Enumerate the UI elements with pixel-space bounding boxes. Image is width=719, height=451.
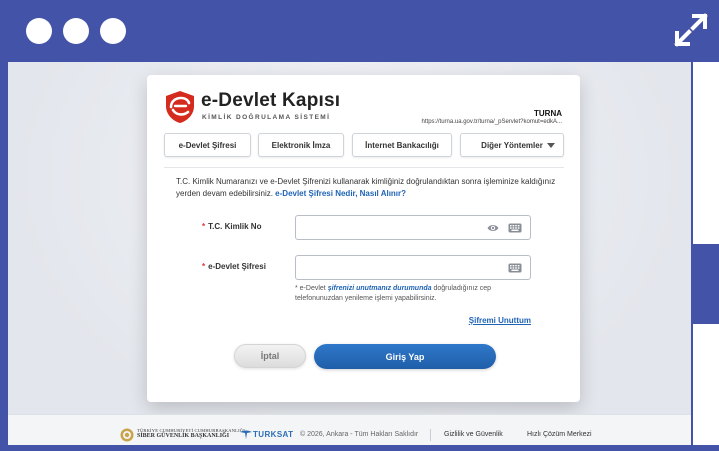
- tab-label: e-Devlet Şifresi: [178, 140, 237, 150]
- divider: [164, 167, 564, 168]
- tab-label: Diğer Yöntemler: [481, 140, 543, 150]
- tab-e-devlet-sifresi[interactable]: e-Devlet Şifresi: [164, 133, 251, 157]
- tc-label-text: T.C. Kimlik No: [208, 222, 262, 231]
- window-chrome: [0, 0, 719, 62]
- side-panel: [693, 62, 719, 445]
- brand-subtitle: KİMLİK DOĞRULAMA SİSTEMİ: [202, 114, 331, 121]
- keyboard-icon[interactable]: [508, 223, 522, 233]
- sgb-line2: SİBER GÜVENLİK BAŞKANLIĞI: [137, 433, 230, 439]
- tab-diger-yontemler[interactable]: Diğer Yöntemler: [460, 133, 564, 157]
- intro-text: T.C. Kimlik Numaranızı ve e-Devlet Şifre…: [176, 176, 556, 200]
- footer-divider: [430, 429, 431, 441]
- copyright-text: © 2026, Ankara - Tüm Hakları Saklıdır: [300, 431, 419, 438]
- forgot-password-link[interactable]: Şifremi Unuttum: [469, 316, 531, 325]
- forgot-password-hint-link[interactable]: şifrenizi unutmanız durumunda: [328, 285, 432, 292]
- tc-label: * T.C. Kimlik No: [202, 222, 261, 231]
- login-method-tabs: e-Devlet Şifresi Elektronik İmza İnterne…: [164, 133, 564, 157]
- password-hint: * e-Devlet şifrenizi unutmanız durumunda…: [295, 284, 535, 304]
- siber-guvenlik-logo: TÜRKİYE CUMHURİYETİ CUMHURBAŞKANLIĞI SİB…: [137, 428, 245, 439]
- password-label-text: e-Devlet Şifresi: [208, 262, 266, 271]
- window-dots: [26, 18, 126, 44]
- eye-icon[interactable]: [487, 223, 499, 233]
- brand-title: e-Devlet Kapısı: [201, 90, 341, 111]
- tab-label: Elektronik İmza: [271, 140, 331, 150]
- window-dot-3[interactable]: [100, 18, 126, 44]
- chevron-down-icon: [547, 143, 555, 148]
- page-viewport: e-Devlet Kapısı KİMLİK DOĞRULAMA SİSTEMİ…: [8, 62, 691, 445]
- what-is-password-link[interactable]: e-Devlet Şifresi Nedir, Nasıl Alınır?: [275, 189, 406, 198]
- siber-guvenlik-emblem-icon: [120, 428, 134, 442]
- tab-internet-bankaciligi[interactable]: İnternet Bankacılığı: [352, 133, 452, 157]
- window-dot-2[interactable]: [63, 18, 89, 44]
- service-url: https://turna.ua.gov.tr/turna/_pServlet?…: [421, 119, 562, 125]
- tc-input[interactable]: [302, 220, 472, 236]
- expand-icon[interactable]: [673, 12, 709, 48]
- password-label: * e-Devlet Şifresi: [202, 262, 266, 271]
- help-center-link[interactable]: Hızlı Çözüm Merkezi: [527, 431, 592, 438]
- login-button[interactable]: Giriş Yap: [314, 344, 496, 369]
- window-dot-1[interactable]: [26, 18, 52, 44]
- required-mark: *: [202, 262, 206, 271]
- privacy-link[interactable]: Gizlilik ve Güvenlik: [444, 431, 503, 438]
- keyboard-icon[interactable]: [508, 263, 522, 273]
- side-panel-band: [693, 244, 719, 324]
- tab-elektronik-imza[interactable]: Elektronik İmza: [258, 133, 344, 157]
- login-card: e-Devlet Kapısı KİMLİK DOĞRULAMA SİSTEMİ…: [147, 75, 580, 402]
- footer: TÜRKİYE CUMHURİYETİ CUMHURBAŞKANLIĞI SİB…: [8, 414, 691, 445]
- password-input[interactable]: [302, 260, 472, 276]
- tc-field[interactable]: [295, 215, 531, 240]
- password-field[interactable]: [295, 255, 531, 280]
- required-mark: *: [202, 222, 206, 231]
- tab-label: İnternet Bankacılığı: [365, 140, 439, 150]
- turksat-logo-icon: [240, 430, 252, 439]
- turksat-logo: TURKSAT: [253, 430, 294, 439]
- hint-prefix: * e-Devlet: [295, 285, 328, 292]
- cancel-button[interactable]: İptal: [234, 344, 306, 368]
- service-name: TURNA: [534, 109, 562, 118]
- e-devlet-logo-icon: [166, 91, 194, 123]
